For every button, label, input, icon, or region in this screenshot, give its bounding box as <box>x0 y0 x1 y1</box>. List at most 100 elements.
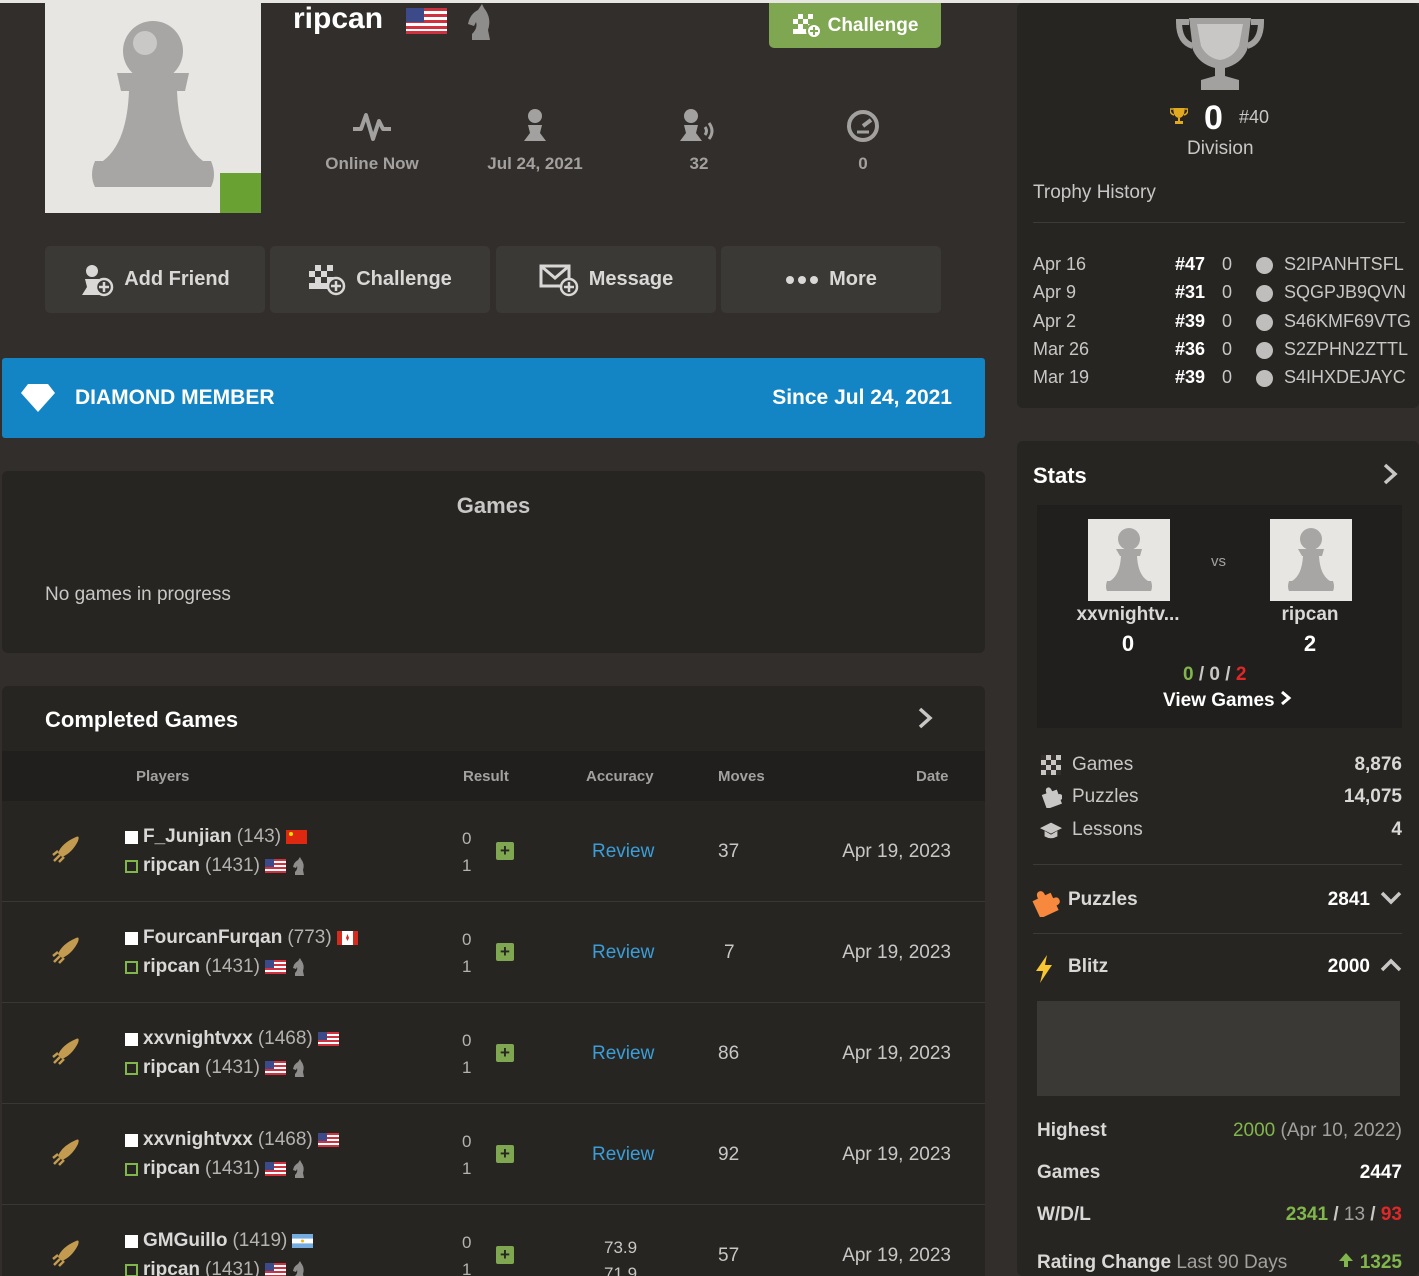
player-top[interactable]: xxvnightvxx (1468) <box>125 1129 339 1151</box>
moves-count: 86 <box>718 1043 740 1064</box>
win-plus-icon: + <box>496 1145 514 1163</box>
chevron-right-icon[interactable] <box>1382 462 1398 486</box>
trophy-history-row[interactable]: Mar 26 #36 0 S2ZPHN2ZTTL <box>1033 339 1413 363</box>
header-players: Players <box>136 768 190 785</box>
table-row[interactable]: GMGuillo (1419) ripcan (1431) 0 1 +73.9 71.9 57 A… <box>2 1205 985 1276</box>
win-plus-icon: + <box>496 943 514 961</box>
stat-points-label: 0 <box>858 154 868 173</box>
review-link[interactable]: Review <box>592 1144 654 1166</box>
win-plus-icon: + <box>496 842 514 860</box>
player-name[interactable]: ripcan <box>143 1057 200 1079</box>
player-name[interactable]: ripcan <box>143 1158 200 1180</box>
stat-followers[interactable]: 32 <box>629 106 769 174</box>
no-games-text: No games in progress <box>45 584 231 605</box>
history-rank: #36 <box>1175 339 1206 359</box>
player-name[interactable]: F_Junjian <box>143 826 232 848</box>
total-puzzles-row[interactable]: Puzzles 14,075 <box>1040 786 1402 810</box>
followers-icon <box>680 109 714 141</box>
total-lessons-label: Lessons <box>1072 819 1143 840</box>
opponent-avatar[interactable] <box>1088 519 1170 601</box>
add-friend-button[interactable]: Add Friend <box>45 246 265 313</box>
games-panel: Games No games in progress <box>2 471 985 653</box>
game-date: Apr 19, 2023 <box>842 841 951 862</box>
game-date: Apr 19, 2023 <box>842 1144 951 1165</box>
review-link[interactable]: Review <box>592 1043 654 1065</box>
review-link[interactable]: Review <box>592 841 654 863</box>
divider <box>1033 864 1402 865</box>
player-bottom[interactable]: ripcan (1431) <box>125 855 307 877</box>
view-games-link[interactable]: View Games <box>1163 690 1292 712</box>
player-name[interactable]: ripcan <box>143 855 200 877</box>
blitz-losses: 93 <box>1380 1204 1402 1225</box>
knight-badge-icon <box>468 4 490 40</box>
stats-title[interactable]: Stats <box>1033 463 1087 489</box>
trophy-history-row[interactable]: Apr 16 #47 0 S2IPANHTSFL <box>1033 254 1413 278</box>
membership-label: DIAMOND MEMBER <box>75 386 275 409</box>
player-bottom[interactable]: ripcan (1431) <box>125 956 307 978</box>
us-flag-icon <box>264 960 286 974</box>
table-row[interactable]: F_Junjian (143) ripcan (1431) 0 1 + Review 37 Apr… <box>2 801 985 902</box>
puzzle-icon <box>1032 891 1060 917</box>
blitz-rocket-icon <box>52 1139 79 1166</box>
diamond-icon <box>21 384 55 412</box>
history-rank: #47 <box>1175 254 1206 274</box>
challenge-top-button[interactable]: Challenge <box>769 3 941 48</box>
player-top[interactable]: GMGuillo (1419) <box>125 1230 314 1252</box>
total-games-row[interactable]: Games 8,876 <box>1040 754 1402 778</box>
division-number: 0 <box>1204 99 1223 137</box>
chevron-right-icon <box>1280 690 1292 706</box>
player-bottom[interactable]: ripcan (1431) <box>125 1158 307 1180</box>
accuracy-bottom: 71.9 <box>604 1264 638 1276</box>
pawn-avatar-icon <box>1288 528 1334 591</box>
rating-graph[interactable] <box>1037 1001 1400 1096</box>
more-label: More <box>829 268 877 290</box>
table-header: Players Result Accuracy Moves Date <box>2 751 985 801</box>
more-button[interactable]: More <box>721 246 941 313</box>
player-name[interactable]: ripcan <box>143 1259 200 1276</box>
completed-games-title[interactable]: Completed Games <box>45 707 238 733</box>
games-board-icon <box>1041 755 1061 775</box>
table-row[interactable]: FourcanFurqan (773) ripcan (1431) 0 1 + Review 7… <box>2 902 985 1003</box>
total-lessons-row[interactable]: Lessons 4 <box>1040 819 1402 843</box>
player-top[interactable]: F_Junjian (143) <box>125 826 308 848</box>
highest-label: Highest <box>1037 1120 1107 1141</box>
player-bottom[interactable]: ripcan (1431) <box>125 1057 307 1079</box>
rating-puzzles-row[interactable]: Puzzles 2841 <box>1030 887 1402 917</box>
vs-label: vs <box>1211 553 1226 570</box>
player-name[interactable]: xxvnightvxx <box>143 1129 253 1151</box>
trophy-history-row[interactable]: Apr 9 #31 0 SQGPJB9QVN <box>1033 282 1413 306</box>
history-score: 0 <box>1222 367 1233 387</box>
player-name[interactable]: FourcanFurqan <box>143 927 282 949</box>
rating-blitz-row[interactable]: Blitz 2000 <box>1030 954 1402 984</box>
table-row[interactable]: xxvnightvxx (1468) ripcan (1431) 0 1 + Review 86… <box>2 1003 985 1104</box>
chevron-right-icon[interactable] <box>917 706 933 730</box>
opponent-name[interactable]: xxvnightv... <box>1068 604 1188 626</box>
user-avatar[interactable] <box>1270 519 1352 601</box>
message-button[interactable]: Message <box>496 246 716 313</box>
trophy-history-row[interactable]: Mar 19 #39 0 S4IHXDEJAYC <box>1033 367 1413 391</box>
moves-count: 7 <box>724 942 735 963</box>
result-top: 0 <box>462 930 472 949</box>
user-name[interactable]: ripcan <box>1250 604 1370 626</box>
player-bottom[interactable]: ripcan (1431) <box>125 1259 307 1276</box>
player-rating: (1431) <box>205 855 260 876</box>
win-plus-icon: + <box>496 1246 514 1264</box>
player-name[interactable]: xxvnightvxx <box>143 1028 253 1050</box>
rating-change-period: Last 90 Days <box>1176 1252 1288 1273</box>
player-name[interactable]: GMGuillo <box>143 1230 227 1252</box>
player-top[interactable]: xxvnightvxx (1468) <box>125 1028 339 1050</box>
us-flag-icon <box>264 1263 286 1276</box>
trophy-history-row[interactable]: Apr 2 #39 0 S46KMF69VTG <box>1033 311 1413 335</box>
history-score: 0 <box>1222 339 1233 359</box>
player-top[interactable]: FourcanFurqan (773) <box>125 927 358 949</box>
header-moves: Moves <box>718 768 765 785</box>
history-code: S2ZPHN2ZTTL <box>1284 339 1409 359</box>
player-name[interactable]: ripcan <box>143 956 200 978</box>
review-link[interactable]: Review <box>592 942 654 964</box>
challenge-button[interactable]: Challenge <box>270 246 490 313</box>
table-row[interactable]: xxvnightvxx (1468) ripcan (1431) 0 1 + Review 92… <box>2 1104 985 1205</box>
highest-value: 2000 <box>1232 1120 1276 1141</box>
history-rank: #31 <box>1175 282 1206 302</box>
blitz-games-value: 2447 <box>1359 1162 1402 1183</box>
membership-banner[interactable]: DIAMOND MEMBER Since Jul 24, 2021 <box>2 358 985 438</box>
